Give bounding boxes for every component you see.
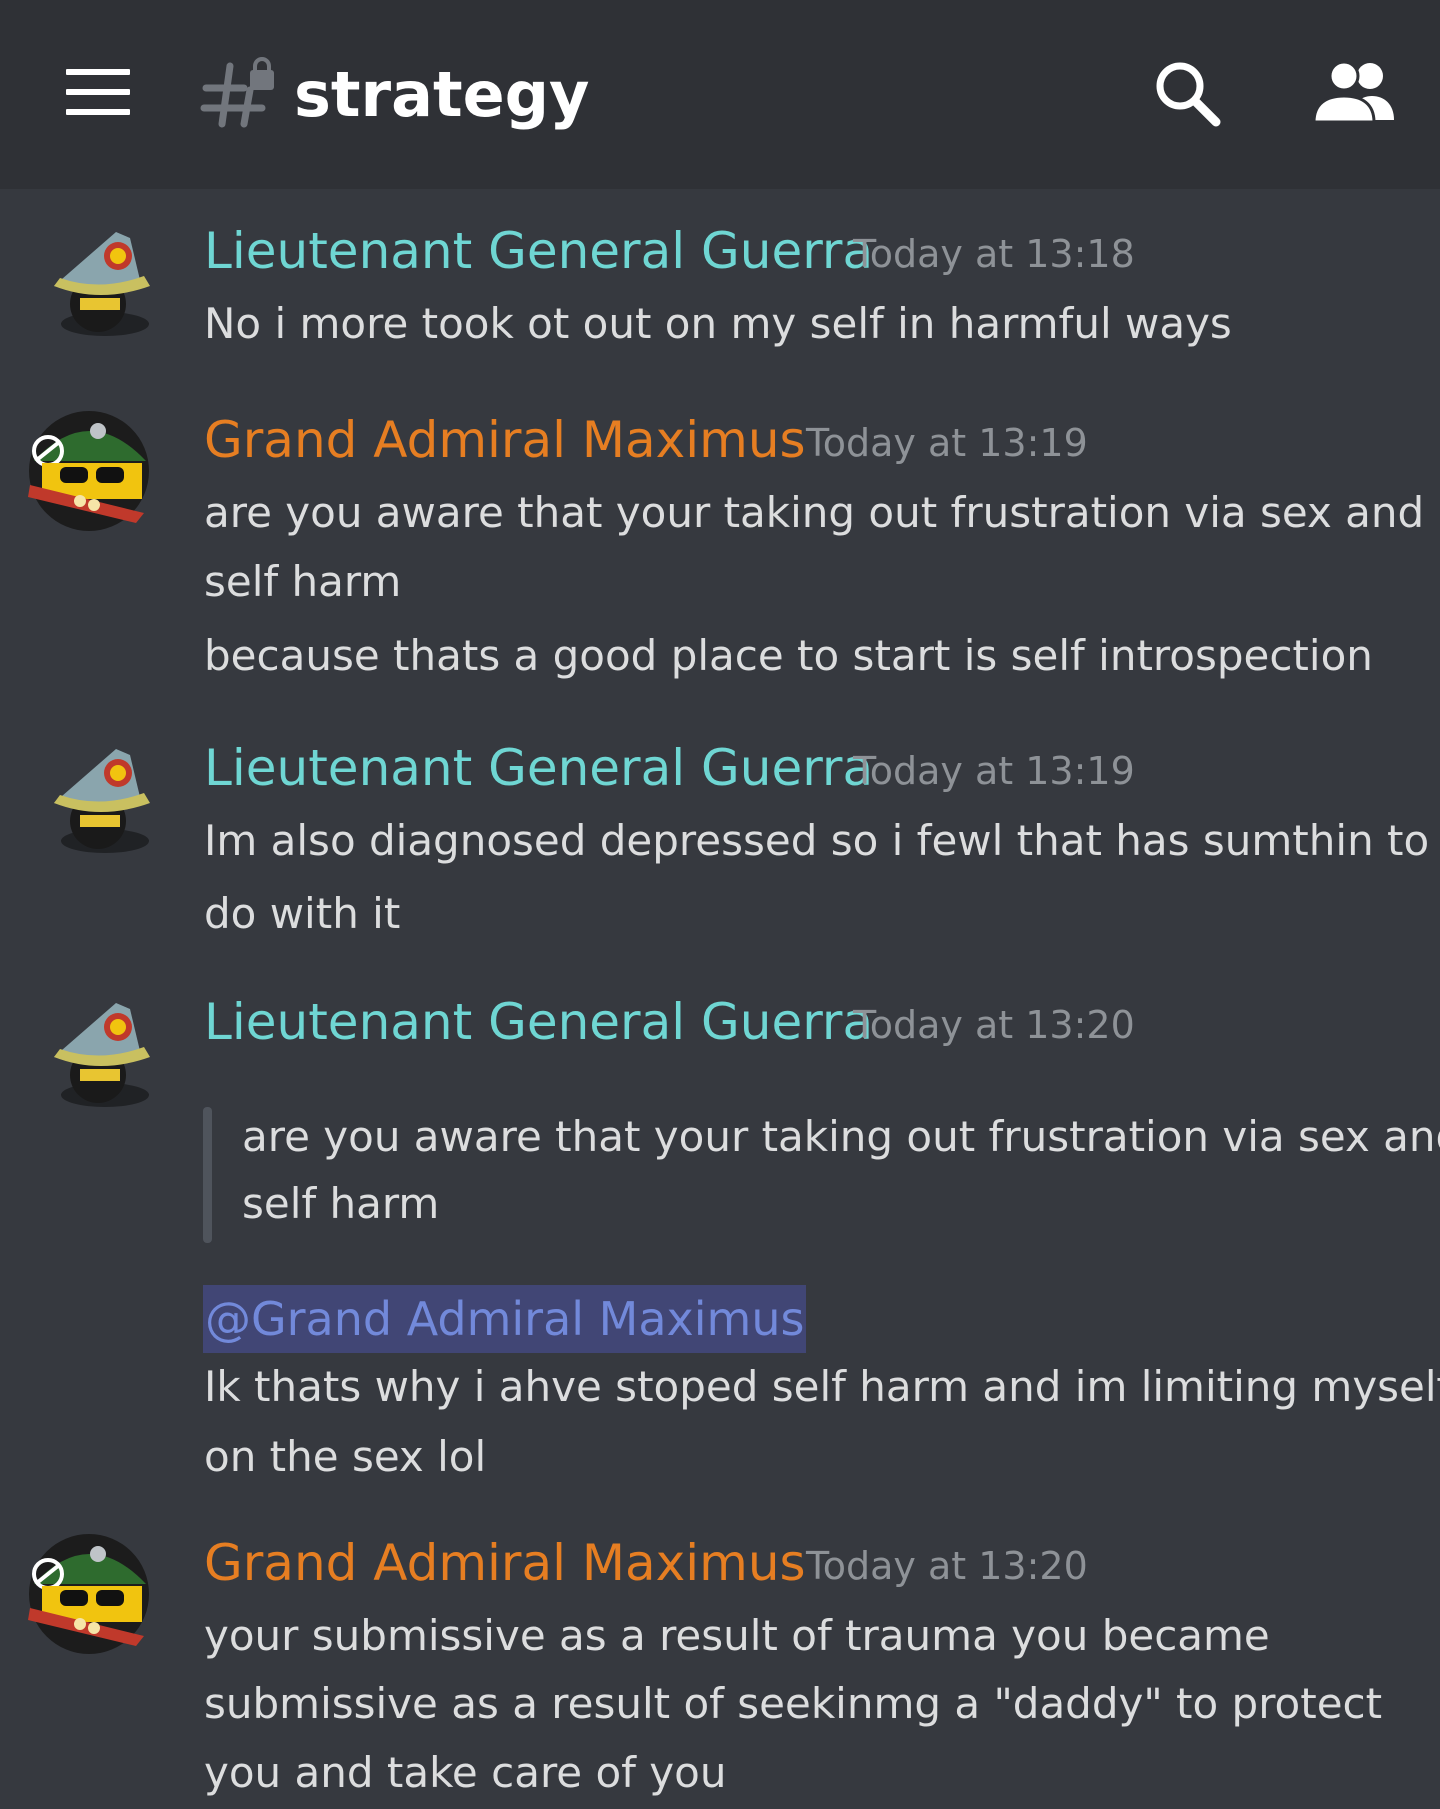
message-text: Ik thats why i ahve stoped self harm and… bbox=[204, 1362, 1440, 1411]
user-avatar-maximus[interactable] bbox=[24, 1526, 154, 1656]
channel-title: strategy bbox=[294, 58, 590, 131]
user-avatar-guerra[interactable] bbox=[40, 216, 170, 346]
blockquote-bar bbox=[203, 1107, 212, 1243]
user-avatar-guerra[interactable] bbox=[40, 733, 170, 863]
message-timestamp: Today at 13:18 bbox=[853, 232, 1135, 276]
message-timestamp: Today at 13:20 bbox=[806, 1544, 1088, 1588]
message-text: you and take care of you bbox=[204, 1748, 727, 1797]
blockquote-text: self harm bbox=[242, 1179, 440, 1228]
message-timestamp: Today at 13:19 bbox=[853, 749, 1135, 793]
message-text: on the sex lol bbox=[204, 1432, 487, 1481]
user-mention[interactable]: @Grand Admiral Maximus bbox=[203, 1285, 807, 1353]
message-text: because thats a good place to start is s… bbox=[204, 631, 1373, 680]
message-text: submissive as a result of seekinmg a "da… bbox=[204, 1679, 1383, 1728]
message-author[interactable]: Grand Admiral Maximus bbox=[204, 405, 806, 475]
message-author[interactable]: Lieutenant General Guerra bbox=[204, 216, 873, 286]
members-icon[interactable] bbox=[1312, 60, 1396, 124]
locked-text-channel-icon bbox=[200, 57, 274, 128]
message-author[interactable]: Grand Admiral Maximus bbox=[204, 1528, 806, 1598]
message-list: Lieutenant General Guerra Today at 13:18… bbox=[0, 189, 1440, 1809]
message-text: do with it bbox=[204, 889, 401, 938]
message-text: No i more took ot out on my self in harm… bbox=[204, 299, 1232, 348]
hamburger-menu-icon[interactable] bbox=[66, 69, 130, 115]
user-avatar-maximus[interactable] bbox=[24, 403, 154, 533]
message-timestamp: Today at 13:19 bbox=[806, 421, 1088, 465]
message-timestamp: Today at 13:20 bbox=[853, 1003, 1135, 1047]
message-author[interactable]: Lieutenant General Guerra bbox=[204, 733, 873, 803]
user-avatar-guerra[interactable] bbox=[40, 987, 170, 1117]
message-text: your submissive as a result of trauma yo… bbox=[204, 1611, 1270, 1660]
message-text: self harm bbox=[204, 557, 402, 606]
search-icon[interactable] bbox=[1152, 58, 1224, 130]
message-text: Im also diagnosed depressed so i fewl th… bbox=[204, 816, 1430, 865]
blockquote-text: are you aware that your taking out frust… bbox=[242, 1112, 1440, 1161]
message-text: are you aware that your taking out frust… bbox=[204, 488, 1425, 537]
channel-header: strategy bbox=[0, 0, 1440, 189]
message-author[interactable]: Lieutenant General Guerra bbox=[204, 987, 873, 1057]
